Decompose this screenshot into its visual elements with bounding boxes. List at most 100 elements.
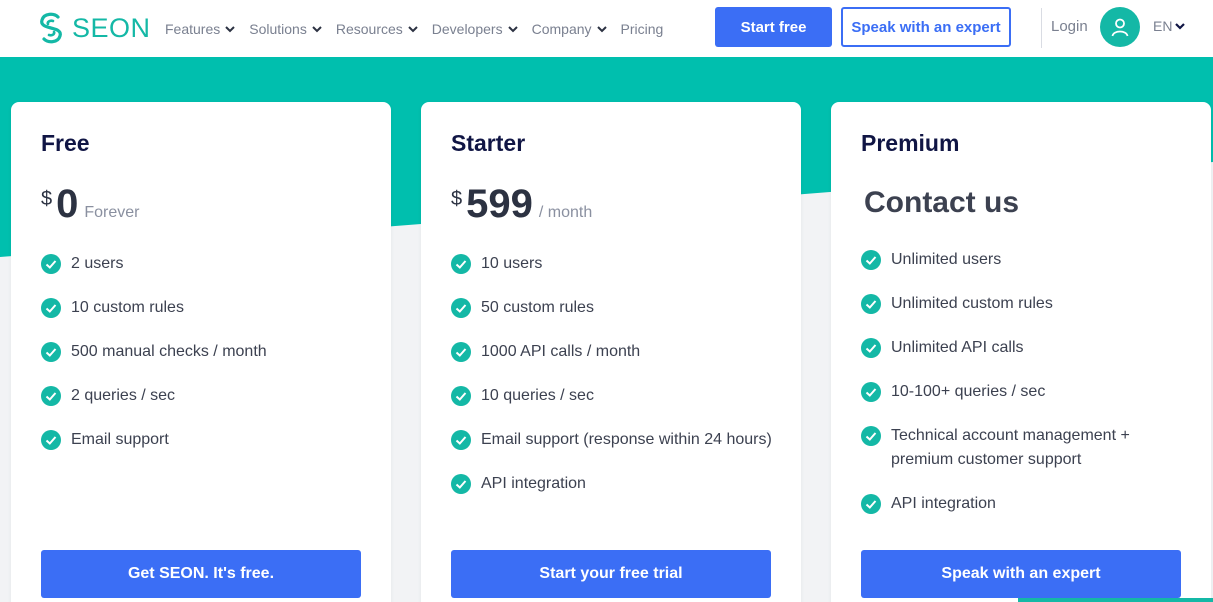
- feature-text: Technical account management + premium c…: [891, 427, 1130, 468]
- check-circle-icon: [861, 382, 881, 402]
- plan-card-premium: Premium Contact us Unlimited users Unlim…: [831, 102, 1211, 602]
- price-currency: $: [41, 188, 53, 210]
- start-free-button[interactable]: Start free: [715, 7, 832, 47]
- feature-item: 500 manual checks / month: [41, 340, 371, 364]
- feature-text: 10-100+ queries / sec: [891, 383, 1046, 400]
- plan-card-starter: Starter $ 599 / month 10 users 50 custom…: [421, 102, 801, 602]
- feature-text: Email support: [71, 431, 169, 448]
- logo-text: SEON: [72, 12, 151, 43]
- feature-list: 10 users 50 custom rules 1000 API calls …: [451, 252, 781, 516]
- check-circle-icon: [451, 430, 471, 450]
- feature-item: 10-100+ queries / sec: [861, 380, 1191, 404]
- feature-list: Unlimited users Unlimited custom rules U…: [861, 248, 1191, 536]
- plan-card-free: Free $ 0 Forever 2 users 10 custom rules…: [11, 102, 391, 602]
- feature-text: 2 queries / sec: [71, 387, 176, 404]
- plan-price: $ 0 Forever: [41, 182, 140, 226]
- user-icon: [1111, 18, 1129, 37]
- teal-accent-bar: [1018, 598, 1213, 602]
- check-circle-icon: [41, 430, 61, 450]
- feature-item: Unlimited users: [861, 248, 1191, 272]
- price-amount: 599: [466, 182, 533, 226]
- language-label: EN: [1153, 18, 1173, 34]
- feature-text: 10 users: [481, 255, 543, 272]
- chevron-down-icon: [408, 25, 418, 32]
- chevron-down-icon: [1175, 23, 1186, 30]
- feature-item: 50 custom rules: [451, 296, 781, 320]
- check-circle-icon: [41, 298, 61, 318]
- feature-item: API integration: [451, 472, 781, 496]
- feature-item: 2 queries / sec: [41, 384, 371, 408]
- plan-price: $ 599 / month: [451, 182, 592, 226]
- price-currency: $: [451, 188, 463, 210]
- price-period: Forever: [84, 204, 140, 221]
- feature-text: Email support (response within 24 hours): [481, 431, 772, 448]
- feature-text: Unlimited API calls: [891, 339, 1024, 356]
- check-circle-icon: [451, 298, 471, 318]
- language-selector[interactable]: EN: [1153, 18, 1186, 34]
- feature-item: 10 custom rules: [41, 296, 371, 320]
- feature-text: 2 users: [71, 255, 124, 272]
- feature-item: Email support: [41, 428, 371, 452]
- check-circle-icon: [451, 342, 471, 362]
- chevron-down-icon: [312, 25, 322, 32]
- start-free-trial-button[interactable]: Start your free trial: [451, 550, 771, 598]
- feature-item: 2 users: [41, 252, 371, 276]
- feature-item: API integration: [861, 492, 1191, 516]
- feature-list: 2 users 10 custom rules 500 manual check…: [41, 252, 371, 472]
- feature-text: API integration: [481, 475, 586, 492]
- nav-divider: [1041, 8, 1042, 48]
- menu-resources[interactable]: Resources: [336, 21, 419, 37]
- speak-with-expert-button[interactable]: Speak with an expert: [841, 7, 1011, 47]
- check-circle-icon: [451, 474, 471, 494]
- chevron-down-icon: [225, 25, 235, 32]
- menu-pricing-label: Pricing: [620, 20, 664, 37]
- seon-logo-icon: [40, 12, 62, 44]
- plan-name: Premium: [861, 130, 960, 156]
- chevron-down-icon: [596, 25, 607, 32]
- check-circle-icon: [451, 386, 471, 406]
- feature-text: 1000 API calls / month: [481, 343, 641, 360]
- menu-features-label: Features: [165, 20, 221, 37]
- plan-name: Free: [41, 130, 90, 156]
- contact-us-heading: Contact us: [864, 186, 1020, 219]
- feature-item: 10 users: [451, 252, 781, 276]
- menu-resources-label: Resources: [335, 20, 403, 37]
- check-circle-icon: [861, 494, 881, 514]
- check-circle-icon: [861, 426, 881, 446]
- feature-text: 10 queries / sec: [481, 387, 594, 404]
- speak-with-expert-cta-button[interactable]: Speak with an expert: [861, 550, 1181, 598]
- check-circle-icon: [861, 250, 881, 270]
- feature-text: Unlimited custom rules: [891, 295, 1053, 312]
- plan-name: Starter: [451, 130, 526, 156]
- menu-solutions[interactable]: Solutions: [249, 21, 323, 37]
- menu-developers-label: Developers: [431, 20, 503, 37]
- feature-item: Email support (response within 24 hours): [451, 428, 781, 452]
- menu-solutions-label: Solutions: [249, 20, 307, 37]
- feature-text: Unlimited users: [891, 251, 1002, 268]
- user-avatar-button[interactable]: [1100, 7, 1140, 47]
- top-navigation: SEON Features Solutions Resources Develo…: [0, 0, 1213, 57]
- main-menu: Features Solutions Resources Developers …: [165, 0, 676, 57]
- price-period: / month: [538, 204, 593, 221]
- get-seon-free-button[interactable]: Get SEON. It's free.: [41, 550, 361, 598]
- seon-logo[interactable]: SEON: [36, 11, 151, 45]
- feature-item: Technical account management + premium c…: [861, 424, 1191, 472]
- menu-pricing[interactable]: Pricing: [621, 21, 664, 37]
- feature-text: API integration: [891, 495, 996, 512]
- check-circle-icon: [861, 338, 881, 358]
- menu-company[interactable]: Company: [532, 21, 608, 37]
- feature-text: 500 manual checks / month: [71, 343, 267, 360]
- price-amount: 0: [56, 182, 79, 226]
- check-circle-icon: [41, 254, 61, 274]
- menu-company-label: Company: [531, 20, 592, 37]
- check-circle-icon: [41, 386, 61, 406]
- check-circle-icon: [861, 294, 881, 314]
- check-circle-icon: [451, 254, 471, 274]
- feature-text: 50 custom rules: [481, 299, 594, 316]
- login-link[interactable]: Login: [1051, 18, 1088, 35]
- menu-developers[interactable]: Developers: [432, 21, 519, 37]
- feature-item: 1000 API calls / month: [451, 340, 781, 364]
- menu-features[interactable]: Features: [165, 21, 236, 37]
- feature-item: 10 queries / sec: [451, 384, 781, 408]
- feature-item: Unlimited custom rules: [861, 292, 1191, 316]
